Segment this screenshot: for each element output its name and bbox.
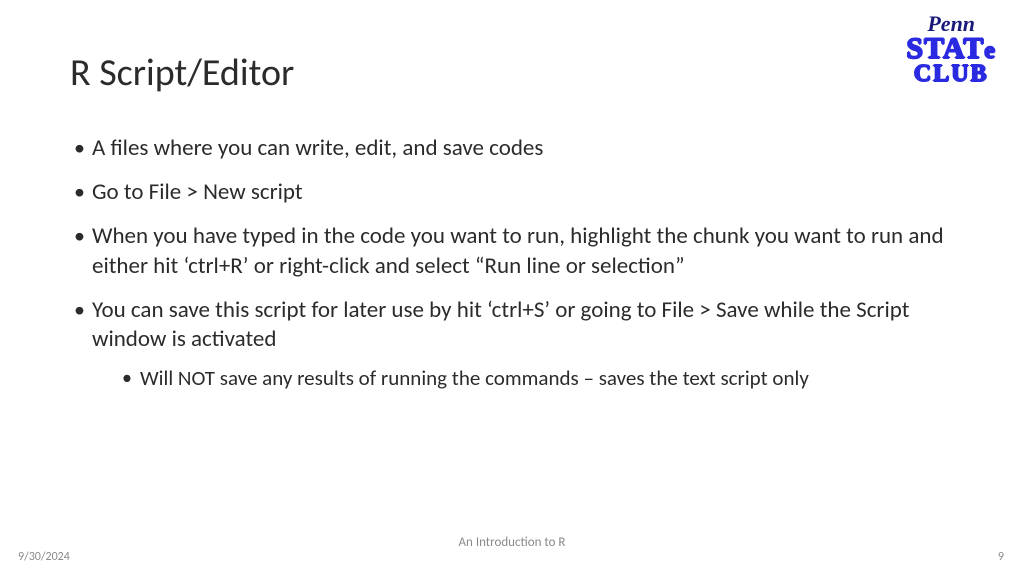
bullet-text: When you have typed in the code you want… [92,222,944,280]
bullet-list: A files where you can write, edit, and s… [70,134,954,393]
logo-line2: STATe [906,35,996,64]
bullet-item: A files where you can write, edit, and s… [70,134,954,164]
sub-bullet-list: Will NOT save any results of running the… [92,365,954,392]
slide: Penn STATe CLUB R Script/Editor A files … [0,0,1024,576]
slide-title: R Script/Editor [70,50,954,96]
bullet-item: Go to File > New script [70,178,954,208]
bullet-text: Go to File > New script [92,178,303,206]
sub-bullet-item: Will NOT save any results of running the… [120,365,954,392]
bullet-item: You can save this script for later use b… [70,296,954,393]
footer-title: An Introduction to R [0,535,1024,550]
footer-page-number: 9 [998,550,1004,564]
bullet-text: A files where you can write, edit, and s… [92,134,543,162]
bullet-text: You can save this script for later use b… [92,296,909,354]
footer-date: 9/30/2024 [18,550,70,564]
bullet-item: When you have typed in the code you want… [70,222,954,282]
logo-penn-state-club: Penn STATe CLUB [906,14,996,86]
logo-line3: CLUB [906,63,996,86]
sub-bullet-text: Will NOT save any results of running the… [140,365,809,391]
